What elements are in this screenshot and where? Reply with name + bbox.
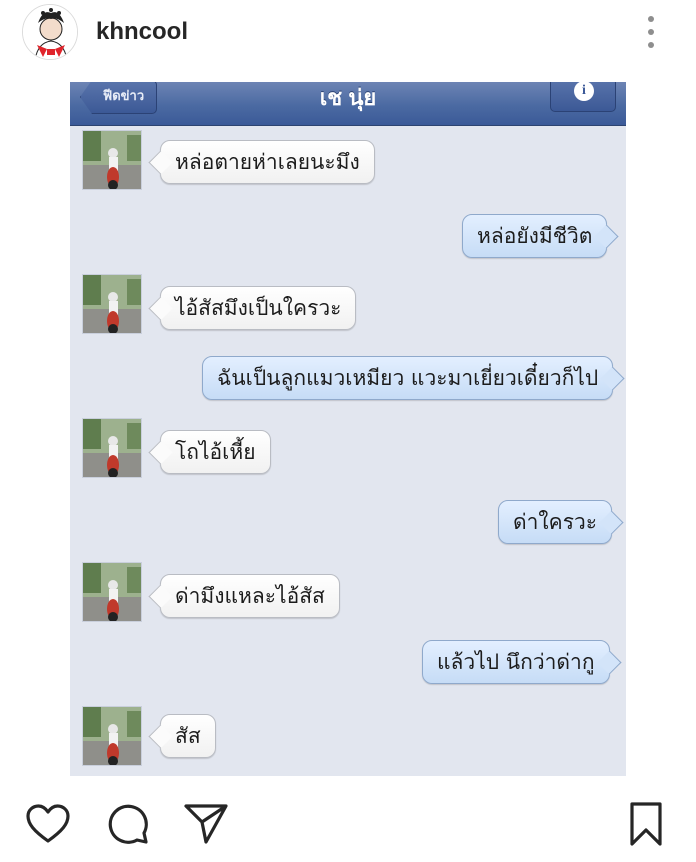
like-button[interactable] <box>24 800 72 848</box>
outgoing-message: หล่อยังมีชีวิต <box>462 214 608 258</box>
info-icon: i <box>574 82 594 101</box>
message-text: ฉันเป็นลูกแมวเหมียว แวะมาเยี่ยวเดี๋ยวก็ไ… <box>217 366 599 390</box>
message-text: ไอ้สัสมึงเป็นใครวะ <box>175 296 342 320</box>
incoming-message: สัส <box>160 714 216 758</box>
message-text: ด่าใครวะ <box>513 510 598 534</box>
comment-icon <box>108 804 148 844</box>
sender-avatar <box>82 274 142 334</box>
save-button[interactable] <box>622 800 670 848</box>
message-text: โถไอ้เหี้ย <box>175 440 256 464</box>
chat-title: เช นุ่ย <box>319 85 377 110</box>
sender-avatar <box>82 130 142 190</box>
sender-avatar <box>82 706 142 766</box>
share-button[interactable] <box>182 800 230 848</box>
sender-avatar <box>82 562 142 622</box>
incoming-message: ไอ้สัสมึงเป็นใครวะ <box>160 286 357 330</box>
username[interactable]: khncool <box>96 18 188 46</box>
share-icon <box>184 804 228 844</box>
motorbike-photo <box>83 131 141 189</box>
outgoing-message: ด่าใครวะ <box>498 500 613 544</box>
message-text: สัส <box>175 724 201 748</box>
outgoing-message: แล้วไป นึกว่าด่ากู <box>422 640 610 684</box>
message-text: แล้วไป นึกว่าด่ากู <box>437 650 595 674</box>
heart-icon <box>26 804 70 843</box>
profile-avatar[interactable] <box>22 4 78 60</box>
incoming-message: โถไอ้เหี้ย <box>160 430 271 474</box>
post-header: khncool <box>0 0 696 72</box>
info-button[interactable]: i <box>550 82 616 112</box>
post-action-bar <box>0 790 696 862</box>
post-image[interactable]: ฟีดข่าว เช นุ่ย i หล่อตายห่าเลยนะมึง หล่… <box>0 82 696 776</box>
avatar-illustration <box>23 5 77 59</box>
bookmark-icon <box>630 802 662 846</box>
incoming-message: ด่ามึงแหละไอ้สัส <box>160 574 340 618</box>
more-options-button[interactable] <box>636 14 666 50</box>
incoming-message: หล่อตายห่าเลยนะมึง <box>160 140 375 184</box>
comment-button[interactable] <box>104 800 152 848</box>
motorbike-photo <box>83 275 141 333</box>
message-text: หล่อตายห่าเลยนะมึง <box>175 150 360 174</box>
more-dot-icon <box>648 29 654 35</box>
motorbike-photo <box>83 707 141 765</box>
chat-nav-bar: ฟีดข่าว เช นุ่ย i <box>70 82 626 126</box>
chat-screenshot: ฟีดข่าว เช นุ่ย i หล่อตายห่าเลยนะมึง หล่… <box>70 82 626 776</box>
message-text: ด่ามึงแหละไอ้สัส <box>175 584 325 608</box>
more-dot-icon <box>648 16 654 22</box>
motorbike-photo <box>83 563 141 621</box>
motorbike-photo <box>83 419 141 477</box>
outgoing-message: ฉันเป็นลูกแมวเหมียว แวะมาเยี่ยวเดี๋ยวก็ไ… <box>202 356 614 400</box>
sender-avatar <box>82 418 142 478</box>
message-text: หล่อยังมีชีวิต <box>477 224 593 248</box>
more-dot-icon <box>648 42 654 48</box>
